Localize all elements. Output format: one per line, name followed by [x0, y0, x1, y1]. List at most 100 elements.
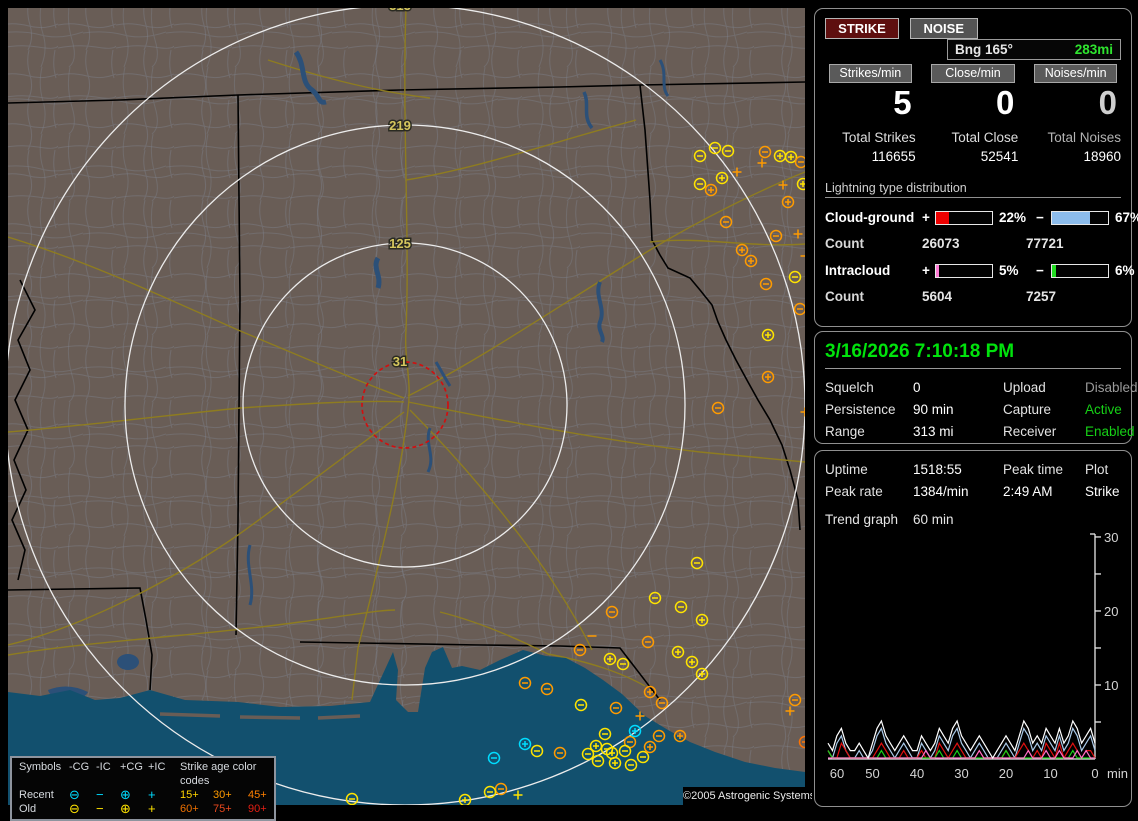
strikes-per-min-button[interactable]: Strikes/min	[828, 64, 913, 83]
plot-mode-value: Strike	[1085, 484, 1120, 499]
squelch-label: Squelch	[825, 380, 874, 395]
minus-sign: −	[1036, 263, 1044, 278]
cg-minus-bar	[1051, 210, 1109, 225]
lightning-map[interactable]: 313 219 125 31	[8, 8, 805, 805]
ring-label-31: 31	[393, 354, 407, 369]
y-tick-label: 20	[1104, 604, 1118, 619]
range-value: 313 mi	[913, 424, 954, 439]
ic-minus-pct: 6%	[1115, 263, 1135, 278]
ring-label-125: 125	[389, 236, 411, 251]
close-per-min-button[interactable]: Close/min	[931, 64, 1015, 83]
pos-ic-icon: +	[148, 787, 156, 802]
cloud-ground-label: Cloud-ground	[825, 210, 915, 225]
cg-minus-count: 77721	[1026, 236, 1064, 251]
close-column: Close/min 0 Total Close 52541	[928, 64, 1019, 164]
minus-sign: −	[1036, 210, 1044, 225]
x-tick-label: 0	[1091, 766, 1098, 781]
noises-column: Noises/min 0 Total Noises 18960	[1030, 64, 1121, 164]
total-strikes-value: 116655	[871, 149, 916, 164]
bearing-distance: 283mi	[1074, 42, 1113, 57]
x-tick-label: 30	[954, 766, 968, 781]
persistence-label: Persistence	[825, 402, 896, 417]
intracloud-row: Intracloud + 5% − 6%	[825, 263, 1135, 278]
range-label: Range	[825, 424, 865, 439]
upload-status: Disabled	[1085, 380, 1138, 395]
squelch-value: 0	[913, 380, 921, 395]
legend-header-ic: +IC	[148, 761, 166, 773]
legend-text	[172, 760, 180, 788]
plus-sign: +	[922, 210, 930, 225]
y-tick-label: 10	[1104, 678, 1118, 693]
cg-plus-pct: 22%	[999, 210, 1027, 225]
trend-series-total	[827, 719, 1096, 760]
uptime-value: 1518:55	[913, 462, 962, 477]
age-code: 75+	[213, 803, 232, 815]
pos-cg-icon: ⊕	[120, 787, 131, 802]
legend-age-title: Strike age color codes	[180, 761, 257, 787]
peak-time-value: 2:49 AM	[1003, 484, 1053, 499]
ic-plus-bar	[935, 263, 993, 278]
sidebar: STRIKE NOISE Bng 165° 283mi Strikes/min …	[812, 0, 1138, 812]
capture-status: Active	[1085, 402, 1122, 417]
peak-time-label: Peak time	[1003, 462, 1064, 477]
ring-label-219: 219	[389, 118, 411, 133]
strike-button[interactable]: STRIKE	[825, 18, 899, 39]
legend-header-ic: -IC	[96, 761, 111, 773]
receiver-label: Receiver	[1003, 424, 1057, 439]
legend-row-label: Old	[19, 803, 37, 815]
strikes-column: Strikes/min 5 Total Strikes 116655	[825, 64, 916, 164]
legend-text	[172, 802, 180, 816]
upload-label: Upload	[1003, 380, 1046, 395]
total-noises-label: Total Noises	[1047, 130, 1121, 145]
plus-sign: +	[922, 263, 930, 278]
receiver-status: Enabled	[1085, 424, 1135, 439]
x-tick-label: 60	[830, 766, 844, 781]
x-tick-label: 20	[999, 766, 1013, 781]
x-axis-unit: min	[1107, 766, 1128, 781]
peak-rate-value: 1384/min	[913, 484, 969, 499]
noise-button[interactable]: NOISE	[909, 18, 978, 39]
ring-label-313: 313	[389, 8, 411, 13]
bearing-indicator: Bng 165° 283mi	[947, 39, 1121, 60]
strikes-per-min-value: 5	[893, 84, 912, 121]
capture-label: Capture	[1003, 402, 1052, 417]
total-strikes-label: Total Strikes	[842, 130, 916, 145]
noises-per-min-button[interactable]: Noises/min	[1033, 64, 1118, 83]
persistence-value: 90 min	[913, 402, 954, 417]
count-label: Count	[825, 236, 864, 251]
stats-panel: STRIKE NOISE Bng 165° 283mi Strikes/min …	[814, 8, 1138, 327]
peak-rate-label: Peak rate	[825, 484, 883, 499]
cloud-ground-count-row: Count 26073 77721	[825, 236, 1121, 251]
cg-minus-pct: 67%	[1115, 210, 1138, 225]
ic-minus-bar	[1051, 263, 1109, 278]
y-tick-label: 30	[1104, 531, 1118, 545]
count-label: Count	[825, 289, 864, 304]
trend-graph-label: Trend graph	[825, 512, 899, 527]
legend-header-cg: -CG	[69, 761, 90, 773]
age-code: 30+	[213, 789, 232, 801]
age-code: 15+	[180, 789, 199, 801]
intracloud-count-row: Count 5604 7257	[825, 289, 1121, 304]
legend-row-label: Recent	[19, 789, 54, 801]
x-tick-label: 40	[910, 766, 924, 781]
legend-text	[172, 788, 180, 802]
x-tick-label: 10	[1043, 766, 1057, 781]
trend-window-value: 60 min	[913, 512, 954, 527]
map-region: 313 219 125 31 Symbols -CG -IC +CG +IC Strike ag…	[0, 0, 815, 821]
age-code: 45+	[248, 789, 267, 801]
neg-cg-icon: ⊖	[69, 801, 80, 816]
age-code: 60+	[180, 803, 199, 815]
pos-ic-icon: +	[148, 801, 156, 816]
trend-graph[interactable]: 10 20 30 60 50 40 30 20 10 0 min	[825, 531, 1131, 787]
age-code: 90+	[248, 803, 267, 815]
legend-header-cg: +CG	[120, 761, 143, 773]
noises-per-min-value: 0	[1098, 84, 1117, 121]
pos-cg-icon: ⊕	[120, 801, 131, 816]
trend-panel: Uptime 1518:55 Peak time Plot Peak rate …	[814, 450, 1132, 807]
legend-header-symbols: Symbols	[19, 761, 62, 773]
cg-plus-bar	[935, 210, 993, 225]
plot-label: Plot	[1085, 462, 1109, 477]
total-close-value: 52541	[980, 149, 1019, 164]
uptime-label: Uptime	[825, 462, 868, 477]
distribution-title: Lightning type distribution	[825, 181, 1121, 198]
